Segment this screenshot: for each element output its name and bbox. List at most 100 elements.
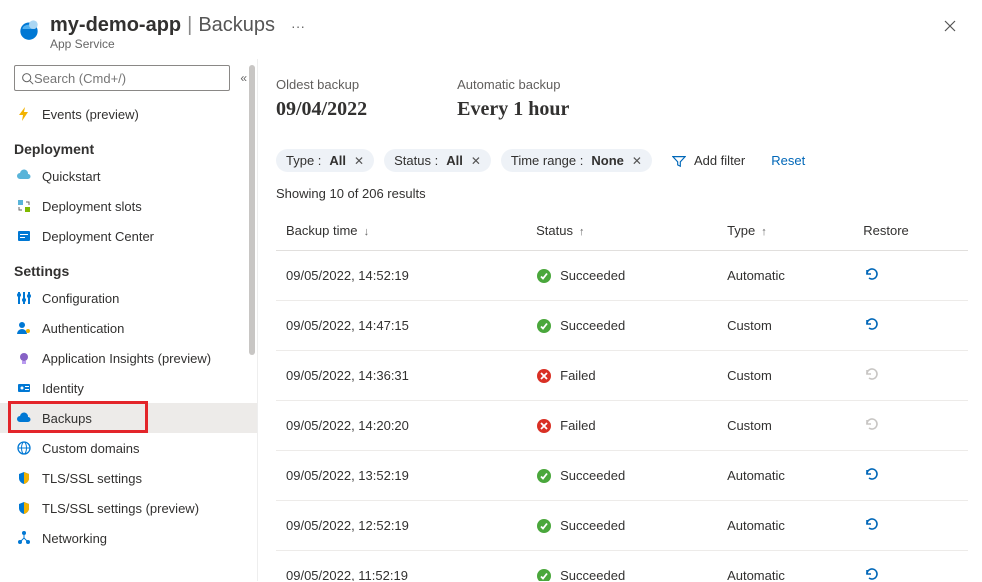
sidebar-item-label: Events (preview) [42, 107, 139, 122]
filter-type[interactable]: Type : All ✕ [276, 149, 374, 172]
sidebar-item-label: Networking [42, 531, 107, 546]
success-icon [536, 268, 552, 284]
sidebar-item-quickstart[interactable]: Quickstart [0, 161, 257, 191]
cell-type: Automatic [717, 501, 853, 551]
cell-status: Succeeded [526, 501, 717, 551]
cell-status: Succeeded [526, 451, 717, 501]
cell-backup-time: 09/05/2022, 14:20:20 [276, 401, 526, 451]
sidebar-item-configuration[interactable]: Configuration [0, 283, 257, 313]
table-row[interactable]: 09/05/2022, 13:52:19SucceededAutomatic [276, 451, 968, 501]
filter-status[interactable]: Status : All ✕ [384, 149, 491, 172]
sidebar-item-label: Authentication [42, 321, 124, 336]
subtitle: App Service [50, 37, 938, 51]
sidebar-item-application-insights-preview-[interactable]: Application Insights (preview) [0, 343, 257, 373]
lightning-icon [16, 106, 32, 122]
cell-backup-time: 09/05/2022, 13:52:19 [276, 451, 526, 501]
cloud-gear-icon [16, 168, 32, 184]
restore-button[interactable] [863, 465, 881, 483]
oldest-backup-value: 09/04/2022 [276, 98, 367, 121]
col-backup-time[interactable]: Backup time ↓ [276, 211, 526, 251]
table-row[interactable]: 09/05/2022, 12:52:19SucceededAutomatic [276, 501, 968, 551]
sidebar-item-label: Identity [42, 381, 84, 396]
col-type[interactable]: Type ↑ [717, 211, 853, 251]
search-icon [21, 72, 34, 85]
main-content: Oldest backup 09/04/2022 Automatic backu… [258, 59, 982, 581]
add-filter-button[interactable]: Add filter [662, 149, 755, 172]
table-row[interactable]: 09/05/2022, 14:52:19SucceededAutomatic [276, 251, 968, 301]
restore-button[interactable] [863, 565, 881, 581]
sort-asc-icon: ↑ [758, 226, 767, 238]
cell-status: Succeeded [526, 251, 717, 301]
auto-backup-value: Every 1 hour [457, 98, 569, 121]
sort-desc-icon: ↓ [361, 226, 370, 238]
sidebar-item-custom-domains[interactable]: Custom domains [0, 433, 257, 463]
sort-asc-icon: ↑ [576, 226, 585, 238]
app-service-icon [16, 16, 42, 42]
section-deployment: Deployment [0, 129, 257, 161]
cell-backup-time: 09/05/2022, 14:47:15 [276, 301, 526, 351]
restore-button[interactable] [863, 265, 881, 283]
sidebar-item-deployment-slots[interactable]: Deployment slots [0, 191, 257, 221]
filter-time-clear-icon[interactable]: ✕ [632, 154, 642, 168]
backups-table: Backup time ↓ Status ↑ Type ↑ Restore 09… [276, 211, 968, 581]
sidebar-scrollbar[interactable] [249, 65, 255, 575]
auto-backup-label: Automatic backup [457, 77, 569, 92]
cell-backup-time: 09/05/2022, 11:52:19 [276, 551, 526, 582]
more-button[interactable]: ··· [291, 18, 305, 34]
sidebar-item-networking[interactable]: Networking [0, 523, 257, 553]
sidebar-item-label: Custom domains [42, 441, 140, 456]
app-name: my-demo-app [50, 14, 181, 37]
error-icon [536, 418, 552, 434]
filter-status-clear-icon[interactable]: ✕ [471, 154, 481, 168]
cloud-icon [16, 410, 32, 426]
sidebar-item-identity[interactable]: Identity [0, 373, 257, 403]
table-row[interactable]: 09/05/2022, 14:47:15SucceededCustom [276, 301, 968, 351]
shield-icon [16, 470, 32, 486]
cell-type: Custom [717, 401, 853, 451]
slots-icon [16, 198, 32, 214]
oldest-backup-label: Oldest backup [276, 77, 367, 92]
close-button[interactable] [938, 14, 962, 38]
table-row[interactable]: 09/05/2022, 11:52:19SucceededAutomatic [276, 551, 968, 582]
sliders-icon [16, 290, 32, 306]
id-icon [16, 380, 32, 396]
sidebar-item-authentication[interactable]: Authentication [0, 313, 257, 343]
cell-status: Succeeded [526, 301, 717, 351]
result-count: Showing 10 of 206 results [276, 186, 968, 201]
globe-icon [16, 440, 32, 456]
restore-button[interactable] [863, 515, 881, 533]
page-title: Backups [198, 14, 275, 37]
sidebar-item-label: TLS/SSL settings (preview) [42, 501, 199, 516]
cell-type: Automatic [717, 451, 853, 501]
sidebar-item-tls-ssl-settings-preview-[interactable]: TLS/SSL settings (preview) [0, 493, 257, 523]
sidebar-item-deployment-center[interactable]: Deployment Center [0, 221, 257, 251]
sidebar-item-label: Backups [42, 411, 92, 426]
sidebar-scrollbar-thumb[interactable] [249, 65, 255, 355]
table-row[interactable]: 09/05/2022, 14:36:31FailedCustom [276, 351, 968, 401]
search-box[interactable] [14, 65, 230, 91]
cell-status: Succeeded [526, 551, 717, 582]
sidebar-item-tls-ssl-settings[interactable]: TLS/SSL settings [0, 463, 257, 493]
cell-type: Automatic [717, 551, 853, 582]
sidebar-item-events-preview-[interactable]: Events (preview) [0, 99, 257, 129]
cell-backup-time: 09/05/2022, 14:36:31 [276, 351, 526, 401]
sidebar-item-backups[interactable]: Backups [0, 403, 257, 433]
cell-backup-time: 09/05/2022, 12:52:19 [276, 501, 526, 551]
collapse-sidebar-button[interactable]: « [240, 71, 247, 85]
success-icon [536, 518, 552, 534]
col-status[interactable]: Status ↑ [526, 211, 717, 251]
reset-filters-button[interactable]: Reset [771, 153, 805, 168]
shield-icon [16, 500, 32, 516]
filter-time-range[interactable]: Time range : None ✕ [501, 149, 652, 172]
title-separator: | [187, 14, 192, 37]
filter-type-clear-icon[interactable]: ✕ [354, 154, 364, 168]
person-key-icon [16, 320, 32, 336]
cell-type: Custom [717, 301, 853, 351]
cell-type: Custom [717, 351, 853, 401]
success-icon [536, 468, 552, 484]
search-input[interactable] [34, 71, 223, 86]
table-row[interactable]: 09/05/2022, 14:20:20FailedCustom [276, 401, 968, 451]
restore-button[interactable] [863, 315, 881, 333]
cell-type: Automatic [717, 251, 853, 301]
network-icon [16, 530, 32, 546]
